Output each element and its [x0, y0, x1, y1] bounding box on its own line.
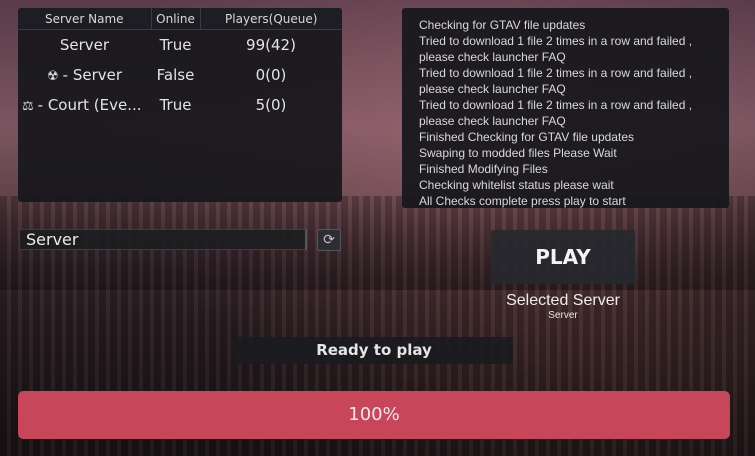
column-header-server-name[interactable]: Server Name [18, 8, 152, 30]
server-name-cell: ☢ - Server [18, 60, 151, 90]
log-line: Tried to download 1 file 2 times in a ro… [419, 66, 693, 80]
log-line: Tried to download 1 file 2 times in a ro… [419, 98, 693, 112]
log-line: Finished Modifying Files [419, 162, 548, 176]
scales-icon: ⚖ [22, 99, 34, 114]
server-players-cell: 0(0) [255, 66, 287, 84]
server-list-panel: Server Name Online Players(Queue) Server… [18, 8, 342, 202]
server-row[interactable]: ⚖ - Court (Eve... True 5(0) [18, 90, 342, 120]
radiation-icon: ☢ [46, 69, 59, 84]
input-divider [305, 229, 307, 250]
log-line: please check launcher FAQ [419, 82, 566, 96]
log-line: Swaping to modded files Please Wait [419, 146, 617, 160]
server-name: - Server [62, 66, 123, 84]
log-line: Finished Checking for GTAV file updates [419, 130, 634, 144]
refresh-icon: ⟳ [323, 232, 335, 248]
log-line: Checking whitelist status please wait [419, 178, 614, 192]
play-button[interactable]: PLAY [491, 230, 635, 284]
log-line: Tried to download 1 file 2 times in a ro… [419, 34, 693, 48]
server-input[interactable] [19, 229, 307, 250]
progress-bar: 100% [18, 391, 730, 439]
server-name: - Court (Eve... [37, 96, 142, 114]
log-line: Checking for GTAV file updates [419, 18, 586, 32]
log-line: please check launcher FAQ [419, 114, 566, 128]
server-online-cell: True [159, 36, 192, 54]
server-name-cell: Server [18, 30, 151, 61]
column-header-online[interactable]: Online [151, 8, 201, 30]
server-name-cell: ⚖ - Court (Eve... [18, 90, 151, 120]
log-line: please check launcher FAQ [419, 50, 566, 64]
column-header-players[interactable]: Players(Queue) [200, 8, 342, 30]
server-online-cell: False [156, 66, 195, 84]
server-row[interactable]: ☢ - Server False 0(0) [18, 60, 342, 90]
server-name: Server [59, 36, 110, 54]
server-players-cell: 99(42) [246, 36, 296, 54]
log-panel[interactable]: Checking for GTAV file updates Tried to … [402, 8, 729, 208]
server-table-header: Server Name Online Players(Queue) [18, 8, 342, 30]
server-players-cell: 5(0) [255, 96, 287, 114]
selected-server-value: Server [548, 310, 578, 321]
status-text: Ready to play [235, 337, 513, 364]
server-table: Server Name Online Players(Queue) Server… [18, 8, 342, 120]
server-row[interactable]: Server True 99(42) [18, 30, 342, 61]
refresh-button[interactable]: ⟳ [317, 229, 341, 251]
log-line: All Checks complete press play to start [419, 194, 626, 208]
progress-label: 100% [348, 404, 400, 425]
server-online-cell: True [159, 96, 192, 114]
selected-server-label: Selected Server [506, 292, 620, 309]
